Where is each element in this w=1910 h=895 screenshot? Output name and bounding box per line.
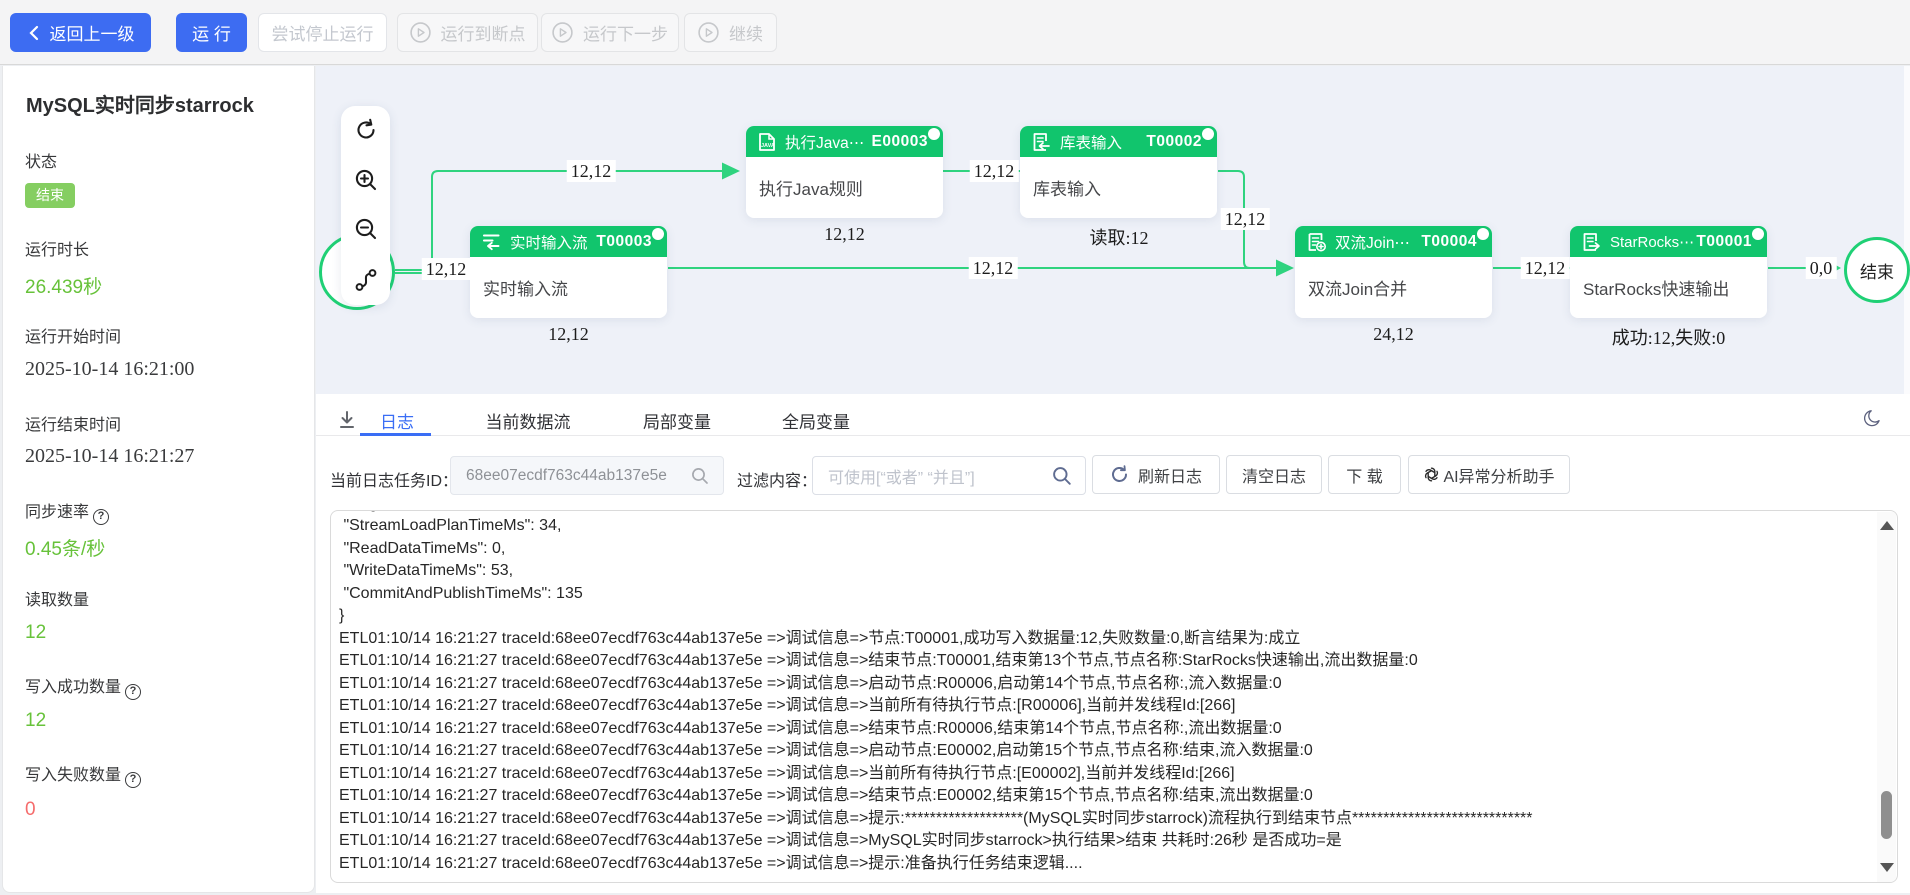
svg-text:JAVA: JAVA — [761, 143, 775, 149]
